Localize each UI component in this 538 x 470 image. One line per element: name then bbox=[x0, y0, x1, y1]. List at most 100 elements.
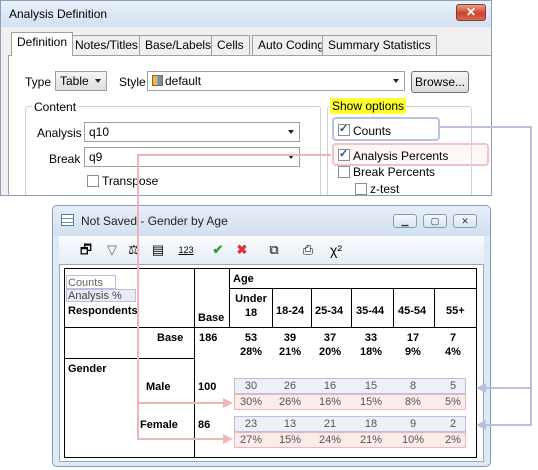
female-count-cell: 13 bbox=[283, 418, 297, 430]
table-window-icon bbox=[61, 214, 74, 226]
chevron-down-icon bbox=[393, 79, 399, 83]
base-count-cell: 53 bbox=[244, 332, 258, 344]
minimize-button[interactable]: ▁ bbox=[393, 214, 417, 228]
type-value: Table bbox=[60, 74, 89, 88]
female-percent-cell: 10% bbox=[401, 434, 425, 446]
male-count-cell: 15 bbox=[364, 380, 378, 392]
female-count-cell: 21 bbox=[323, 418, 337, 430]
male-percents-highlight bbox=[234, 394, 466, 410]
window-title-bar: Not Saved - Gender by Age ▁ ▢ ✕ bbox=[53, 206, 490, 236]
labels-icon[interactable]: ▤ bbox=[149, 241, 167, 259]
tab-base-labels[interactable]: Base/Labels bbox=[139, 35, 218, 55]
male-percent-cell: 16% bbox=[318, 396, 342, 408]
column-header: 35-44 bbox=[356, 305, 385, 317]
male-row-base: 100 bbox=[198, 381, 217, 393]
female-percent-cell: 27% bbox=[239, 434, 263, 446]
copy-icon[interactable]: ⧉ bbox=[265, 241, 283, 259]
close-button[interactable]: ✕ bbox=[456, 4, 486, 21]
weight-icon[interactable]: ⚖ bbox=[125, 241, 143, 259]
numbering-icon[interactable]: 123 bbox=[177, 241, 195, 259]
z-test-label: z-test bbox=[370, 182, 400, 196]
transpose-label: Transpose bbox=[102, 174, 159, 188]
maximize-button[interactable]: ▢ bbox=[423, 214, 447, 228]
reject-icon[interactable]: ✖ bbox=[233, 241, 251, 259]
browse-button[interactable]: Browse... bbox=[411, 71, 469, 93]
respondents-legend: Respondents bbox=[68, 305, 138, 317]
base-count-cell: 33 bbox=[364, 332, 378, 344]
male-percent-cell: 30% bbox=[239, 396, 263, 408]
show-options-legend: Show options bbox=[330, 98, 407, 114]
female-row-base: 86 bbox=[198, 419, 211, 431]
transpose-checkbox[interactable] bbox=[87, 175, 99, 187]
female-row-label: Female bbox=[140, 419, 178, 431]
analysis-definition-dialog: Analysis Definition ✕ Definition Notes/T… bbox=[0, 0, 492, 196]
tab-cells[interactable]: Cells bbox=[211, 35, 250, 55]
male-count-cell: 8 bbox=[409, 380, 417, 392]
column-header: 25-34 bbox=[315, 305, 344, 317]
male-count-cell: 26 bbox=[283, 380, 297, 392]
break-value: q9 bbox=[89, 150, 103, 164]
base-header: Base bbox=[198, 312, 225, 324]
counts-checkbox[interactable] bbox=[338, 122, 350, 136]
style-select[interactable]: default bbox=[147, 71, 405, 91]
base-percent-cell: 28% bbox=[239, 346, 263, 358]
analysis-percents-label: Analysis Percents bbox=[353, 149, 449, 163]
counts-legend-box bbox=[66, 275, 116, 289]
edit-table-icon[interactable]: 🗗 bbox=[77, 241, 95, 259]
base-percent-cell: 4% bbox=[445, 346, 461, 358]
type-label: Type bbox=[25, 75, 52, 89]
tab-summary-statistics[interactable]: Summary Statistics bbox=[322, 35, 437, 55]
male-count-cell: 5 bbox=[449, 380, 457, 392]
female-percent-cell: 2% bbox=[445, 434, 461, 446]
female-counts-highlight bbox=[234, 416, 466, 432]
dialog-title-bar: Analysis Definition ✕ bbox=[1, 1, 491, 27]
male-percent-cell: 15% bbox=[359, 396, 383, 408]
female-percent-cell: 15% bbox=[278, 434, 302, 446]
content-legend: Content bbox=[32, 100, 79, 114]
chevron-down-icon bbox=[288, 155, 294, 159]
table-window: Not Saved - Gender by Age ▁ ▢ ✕ 🗗 ▽ ⚖ ▤ … bbox=[52, 205, 491, 467]
break-input[interactable]: q9 bbox=[84, 147, 300, 167]
base-percent-cell: 9% bbox=[405, 346, 421, 358]
analysis-input[interactable]: q10 bbox=[84, 122, 300, 142]
male-count-cell: 30 bbox=[244, 380, 258, 392]
female-count-cell: 9 bbox=[409, 418, 417, 430]
filter-icon[interactable]: ▽ bbox=[103, 241, 121, 259]
base-count-cell: 7 bbox=[449, 332, 457, 344]
male-percent-cell: 5% bbox=[445, 396, 461, 408]
break-percents-label: Break Percents bbox=[353, 165, 436, 179]
z-test-checkbox[interactable] bbox=[355, 183, 367, 195]
female-percent-cell: 24% bbox=[318, 434, 342, 446]
male-percent-cell: 26% bbox=[278, 396, 302, 408]
counts-option-label: Counts bbox=[353, 124, 392, 138]
female-percents-highlight bbox=[234, 432, 466, 448]
base-count-cell: 17 bbox=[406, 332, 420, 344]
base-row-total: 186 bbox=[199, 332, 218, 344]
base-row-label: Base bbox=[157, 332, 184, 344]
male-count-cell: 16 bbox=[323, 380, 337, 392]
chi-square-icon[interactable]: χ² bbox=[327, 241, 345, 259]
column-header: 18-24 bbox=[276, 305, 305, 317]
tab-definition[interactable]: Definition bbox=[11, 32, 74, 56]
print-icon[interactable]: ⎙ bbox=[299, 241, 317, 259]
female-count-cell: 23 bbox=[244, 418, 258, 430]
tab-notes-titles[interactable]: Notes/Titles bbox=[69, 35, 144, 55]
column-header: 45-54 bbox=[398, 305, 427, 317]
window-toolbar: 🗗 ▽ ⚖ ▤ 123 ✔ ✖ ⧉ ⎙ χ² bbox=[59, 236, 484, 264]
style-value: default bbox=[165, 74, 202, 88]
gender-label: Gender bbox=[68, 363, 107, 375]
chevron-down-icon bbox=[288, 130, 294, 134]
analysis-percents-checkbox[interactable] bbox=[338, 147, 350, 161]
tab-auto-coding[interactable]: Auto Coding bbox=[252, 35, 331, 55]
base-count-cell: 37 bbox=[323, 332, 337, 344]
analysis-label: Analysis bbox=[37, 126, 82, 140]
break-percents-checkbox[interactable] bbox=[338, 166, 350, 178]
base-percent-cell: 20% bbox=[318, 346, 342, 358]
base-percent-cell: 21% bbox=[278, 346, 302, 358]
female-count-cell: 18 bbox=[364, 418, 378, 430]
chevron-down-icon bbox=[95, 79, 101, 83]
type-select[interactable]: Table bbox=[55, 71, 107, 91]
window-close-button[interactable]: ✕ bbox=[453, 214, 477, 228]
accept-icon[interactable]: ✔ bbox=[209, 241, 227, 259]
male-row-label: Male bbox=[146, 381, 171, 393]
